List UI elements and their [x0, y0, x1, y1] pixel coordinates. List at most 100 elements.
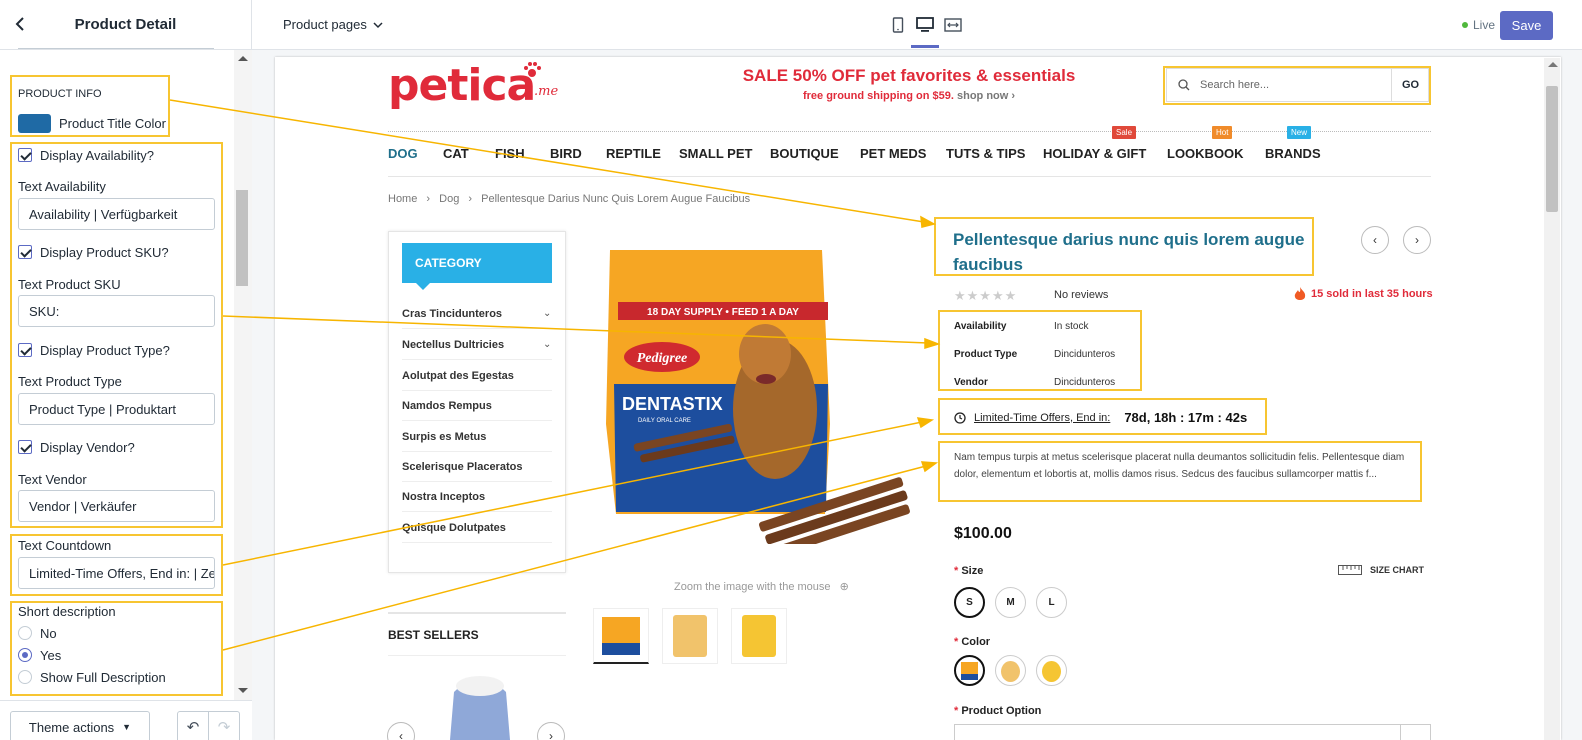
redo-icon[interactable]: ↷ — [208, 711, 240, 740]
text-vendor-label: Text Vendor — [18, 472, 87, 487]
text-type-input[interactable]: Product Type | Produktart — [18, 393, 215, 425]
page-selector[interactable]: Product pages — [283, 17, 383, 32]
breadcrumb-home[interactable]: Home — [388, 193, 417, 205]
product-image[interactable]: 18 DAY SUPPLY • FEED 1 A DAY Pedigree DE… — [600, 244, 920, 544]
short-desc-radio-no[interactable] — [18, 626, 32, 640]
prev-product-button[interactable]: ‹ — [1361, 226, 1389, 254]
display-vendor-checkbox[interactable] — [18, 440, 32, 454]
meta-key-availability: Availability — [954, 321, 1007, 332]
display-type-checkbox[interactable] — [18, 343, 32, 357]
shipping-text: free ground shipping on $59. — [802, 90, 954, 102]
thumbnail-1[interactable] — [593, 608, 649, 664]
nav-lookbook[interactable]: LOOKBOOK — [1167, 146, 1244, 161]
size-option-l[interactable]: L — [1036, 587, 1067, 618]
review-count[interactable]: No reviews — [1054, 289, 1108, 301]
text-sku-input[interactable]: SKU: — [18, 295, 215, 327]
save-button[interactable]: Save — [1500, 11, 1553, 40]
category-item[interactable]: Nectellus Dultricies — [402, 339, 552, 360]
color-label-text: Color — [961, 636, 991, 648]
short-desc-radio-yes[interactable] — [18, 648, 32, 662]
color-swatch-2[interactable] — [995, 655, 1026, 686]
color-swatch-1[interactable] — [954, 655, 985, 686]
short-desc-radio-full[interactable] — [18, 670, 32, 684]
nav-dog[interactable]: DOG — [388, 146, 418, 161]
mobile-view-icon[interactable] — [887, 14, 909, 36]
best-sellers-heading: BEST SELLERS — [388, 628, 479, 642]
next-product-button[interactable]: › — [1403, 226, 1431, 254]
search-input[interactable]: Search here... — [1200, 79, 1269, 91]
category-item[interactable]: Namdos Rempus — [402, 400, 552, 421]
theme-actions-button[interactable]: Theme actions ▼ — [10, 711, 150, 740]
text-vendor-input[interactable]: Vendor | Verkäufer — [18, 490, 215, 522]
sidebar-scrollbar[interactable] — [234, 50, 252, 700]
category-item[interactable]: Surpis es Metus — [402, 431, 552, 452]
display-sku-checkbox[interactable] — [18, 245, 32, 259]
thumbnail-3[interactable] — [731, 608, 787, 664]
chevron-down-icon[interactable]: ⌄ — [543, 339, 551, 350]
display-availability-checkbox[interactable] — [18, 148, 32, 162]
divider — [388, 612, 566, 614]
product-option-select[interactable] — [954, 724, 1431, 740]
sidebar-scroll-thumb[interactable] — [236, 190, 248, 286]
size-chart-label: SIZE CHART — [1370, 565, 1424, 575]
back-arrow-icon[interactable] — [10, 14, 30, 34]
clock-icon — [954, 411, 966, 424]
title-color-label: Product Title Color — [59, 116, 166, 131]
bag-subline-text: DAILY ORAL CARE — [638, 418, 691, 424]
thumbnail-2[interactable] — [662, 608, 718, 664]
shop-now-link[interactable]: shop now › — [957, 90, 1015, 102]
fullwidth-view-icon[interactable] — [942, 14, 964, 36]
store-search: Search here... GO — [1166, 68, 1429, 102]
scroll-down-arrow-icon[interactable] — [238, 688, 248, 693]
undo-icon[interactable]: ↶ — [177, 711, 209, 740]
store-logo-suffix: .me — [534, 84, 559, 99]
text-availability-label: Text Availability — [18, 179, 106, 194]
breadcrumb-dog[interactable]: Dog — [439, 193, 459, 205]
nav-bird[interactable]: BIRD — [550, 146, 582, 161]
text-countdown-input[interactable]: Limited-Time Offers, End in: | Ze — [18, 557, 215, 589]
best-seller-product-image[interactable] — [440, 672, 520, 740]
search-icon — [1178, 79, 1190, 91]
sale-headline: SALE 50% OFF pet favorites & essentials — [742, 66, 1076, 85]
page-selector-label: Product pages — [283, 17, 367, 32]
sale-badge: Sale — [1112, 126, 1137, 139]
search-go-button[interactable]: GO — [1391, 69, 1429, 101]
category-item[interactable]: Aolutpat des Egestas — [402, 370, 552, 391]
size-chart-link[interactable]: SIZE CHART — [1338, 565, 1424, 575]
nav-small-pet[interactable]: SMALL PET — [679, 146, 752, 161]
title-color-swatch[interactable] — [18, 114, 51, 133]
nav-boutique[interactable]: BOUTIQUE — [770, 146, 839, 161]
color-swatch-3[interactable] — [1036, 655, 1067, 686]
size-option-m[interactable]: M — [995, 587, 1026, 618]
category-item[interactable]: Cras Tincidunteros — [402, 308, 552, 329]
nav-cat[interactable]: CAT — [443, 146, 469, 161]
chevron-down-icon — [373, 21, 383, 28]
display-sku-label: Display Product SKU? — [40, 245, 169, 260]
new-badge: New — [1287, 126, 1312, 139]
nav-tuts-tips[interactable]: TUTS & TIPS — [946, 146, 1025, 161]
category-item[interactable]: Scelerisque Placeratos — [402, 461, 552, 482]
category-item[interactable]: Nostra Inceptos — [402, 491, 552, 512]
breadcrumb-current: Pellentesque Darius Nunc Quis Lorem Augu… — [481, 193, 751, 205]
nav-holiday-gift[interactable]: HOLIDAY & GIFT — [1043, 146, 1146, 161]
text-type-label: Text Product Type — [18, 374, 122, 389]
preview-scroll-thumb[interactable] — [1546, 86, 1558, 212]
category-item[interactable]: Quisque Dolutpates — [402, 522, 552, 543]
preview-scroll-up-icon[interactable] — [1548, 62, 1558, 67]
size-label-text: Size — [961, 565, 984, 577]
bag-brand-text: Pedigree — [637, 351, 688, 366]
text-availability-input[interactable]: Availability | Verfügbarkeit — [18, 198, 215, 230]
nav-reptile[interactable]: REPTILE — [606, 146, 661, 161]
desktop-view-icon[interactable] — [914, 14, 936, 36]
short-desc-option-yes: Yes — [40, 648, 62, 663]
meta-value-type: Dincidunteros — [1054, 349, 1116, 360]
nav-pet-meds[interactable]: PET MEDS — [860, 146, 926, 161]
scroll-up-arrow-icon[interactable] — [238, 56, 248, 61]
nav-fish[interactable]: FISH — [495, 146, 525, 161]
chevron-down-icon[interactable]: ⌄ — [543, 308, 551, 319]
store-logo[interactable]: petica — [388, 58, 536, 114]
chevron-right-icon: › — [468, 193, 473, 205]
zoom-hint: Zoom the image with the mouse ⊕ — [674, 580, 849, 593]
nav-brands[interactable]: BRANDS — [1265, 146, 1321, 161]
size-option-s[interactable]: S — [954, 587, 985, 618]
